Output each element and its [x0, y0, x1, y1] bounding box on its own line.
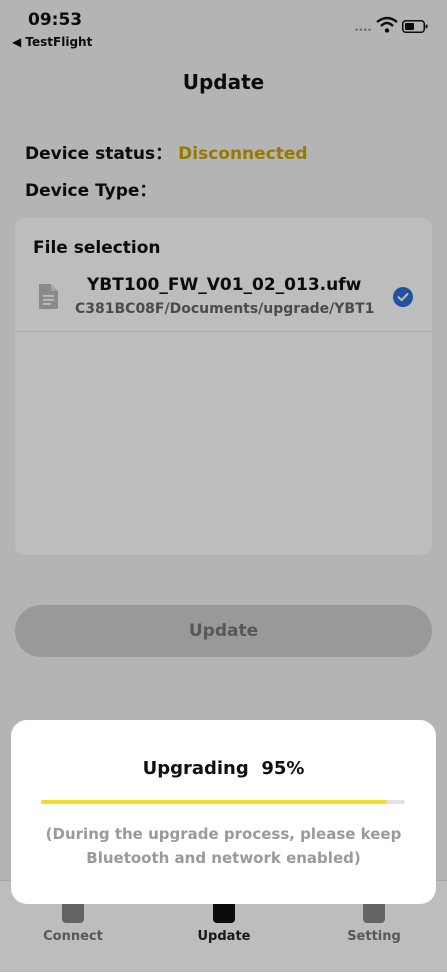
upgrade-hint: (During the upgrade process, please keep…	[45, 825, 402, 867]
progress-bar	[41, 800, 405, 804]
upgrade-percent: 95%	[261, 758, 305, 779]
progress-bar-fill	[41, 800, 387, 804]
upgrade-progress-dialog: Upgrading 95% (During the upgrade proces…	[11, 720, 436, 904]
upgrade-title: Upgrading 95%	[11, 758, 436, 779]
upgrade-title-text: Upgrading	[142, 758, 249, 779]
